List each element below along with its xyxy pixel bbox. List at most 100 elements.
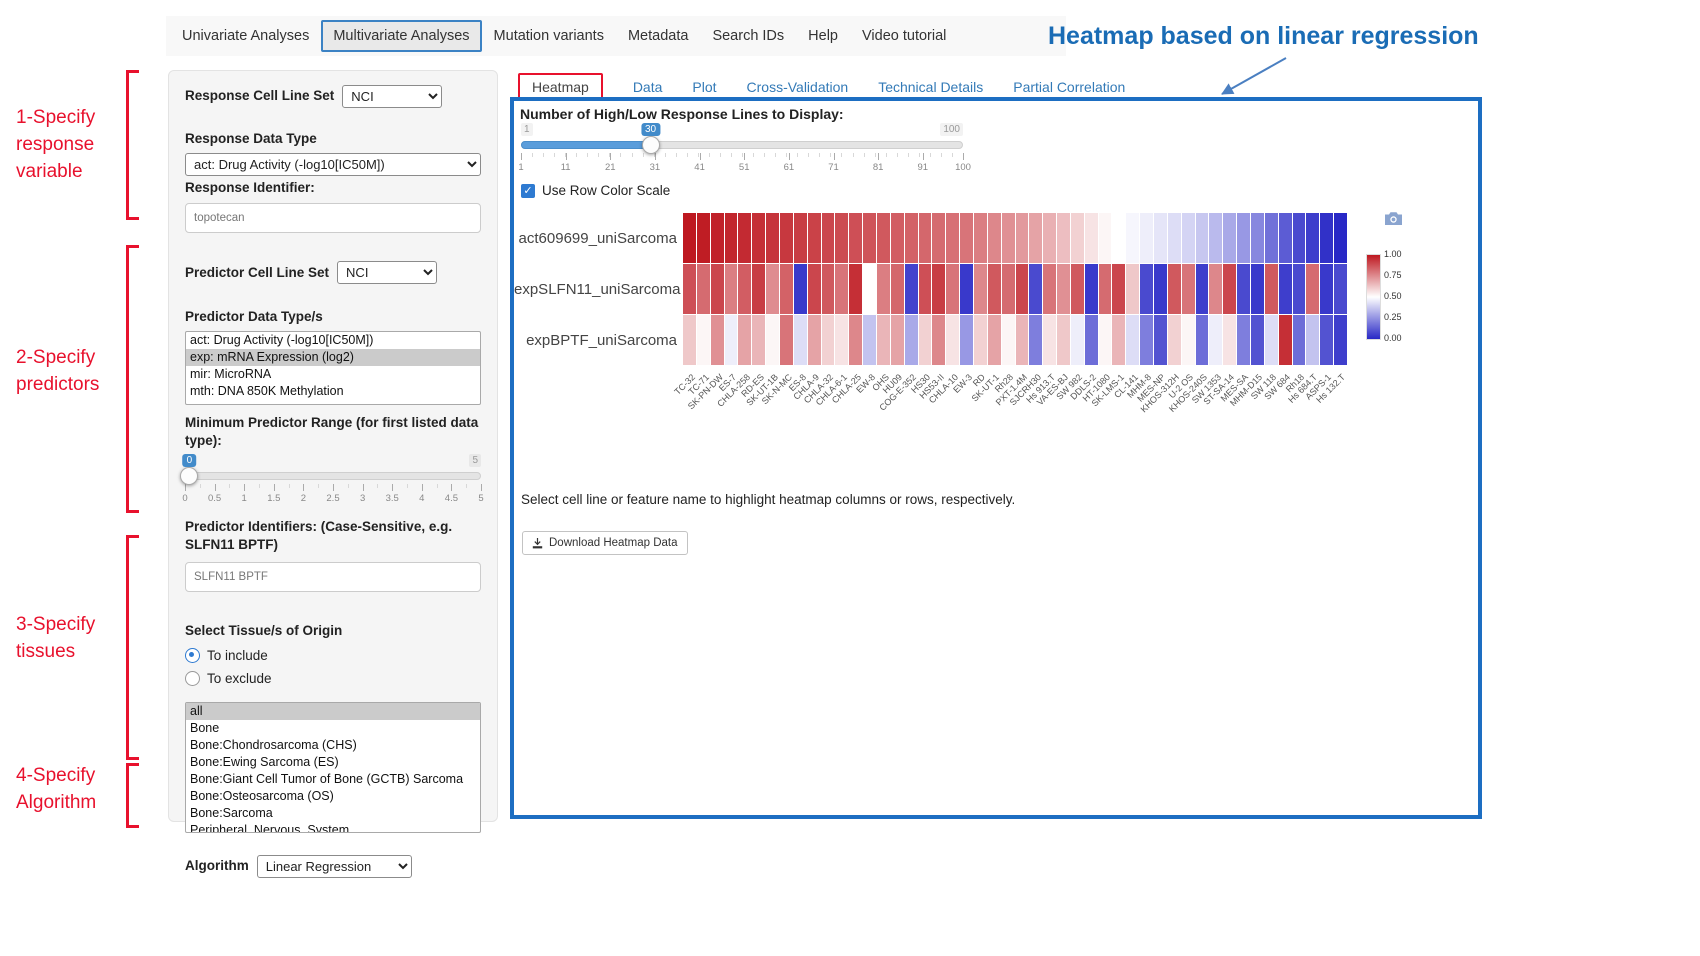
tab-plot[interactable]: Plot xyxy=(692,79,716,95)
response-cell-line-set-select[interactable]: NCI xyxy=(342,85,442,108)
heatmap-cell xyxy=(1029,264,1042,314)
tissue-exclude-radio[interactable]: To exclude xyxy=(185,671,481,686)
tissue-option-peripheral-nervous-system[interactable]: Peripheral_Nervous_System xyxy=(186,822,480,833)
heatmap-cell xyxy=(863,315,876,365)
response-lines-slider[interactable]: 1 100 30 1112131415161718191100 xyxy=(521,123,963,179)
heatmap-cell xyxy=(725,315,738,365)
slider-tick xyxy=(244,484,245,491)
slider-value-label: 30 xyxy=(641,123,660,136)
predictor-identifiers-input[interactable] xyxy=(185,562,481,592)
heatmap-cell xyxy=(725,213,738,263)
heatmap-cell xyxy=(1237,315,1250,365)
row-color-scale-checkbox[interactable]: ✓ Use Row Color Scale xyxy=(521,183,670,198)
heatmap-cell xyxy=(1320,264,1333,314)
nav-tab-search-ids[interactable]: Search IDs xyxy=(700,20,796,52)
tab-cross-validation[interactable]: Cross-Validation xyxy=(747,79,849,95)
tissue-option-bone-giant-cell-tumor-of-bone-gctb-sarcoma[interactable]: Bone:Giant Cell Tumor of Bone (GCTB) Sar… xyxy=(186,771,480,788)
min-range-handle[interactable] xyxy=(180,467,198,485)
tab-data[interactable]: Data xyxy=(633,79,663,95)
heatmap-cell xyxy=(1016,315,1029,365)
heatmap-cell xyxy=(1223,213,1236,263)
heatmap-cell xyxy=(974,264,987,314)
tissue-option-bone-chondrosarcoma-chs[interactable]: Bone:Chondrosarcoma (CHS) xyxy=(186,737,480,754)
heatmap-cell xyxy=(794,315,807,365)
algorithm-select[interactable]: Linear Regression xyxy=(257,855,412,878)
heatmap-cell xyxy=(835,315,848,365)
nav-tab-multivariate-analyses[interactable]: Multivariate Analyses xyxy=(321,20,481,52)
min-range-track[interactable] xyxy=(185,472,481,480)
slider-minor-tick xyxy=(786,153,787,157)
slider-tick-label: 1 xyxy=(242,493,247,504)
slider-tick xyxy=(655,153,656,160)
tissue-include-radio[interactable]: To include xyxy=(185,648,481,663)
heatmap-cell xyxy=(1182,213,1195,263)
colorbar-tick-label: 0.00 xyxy=(1384,333,1402,343)
nav-tab-help[interactable]: Help xyxy=(796,20,850,52)
heatmap-cell xyxy=(697,213,710,263)
slider-handle[interactable] xyxy=(642,136,660,154)
slider-tick-label: 5 xyxy=(478,493,483,504)
nav-tab-univariate-analyses[interactable]: Univariate Analyses xyxy=(170,20,321,52)
nav-tab-mutation-variants[interactable]: Mutation variants xyxy=(482,20,616,52)
heatmap-cell xyxy=(808,213,821,263)
heatmap-cell xyxy=(1112,315,1125,365)
tissue-option-all[interactable]: all xyxy=(186,703,480,720)
heatmap-row-label-expbptf-unisarcoma[interactable]: expBPTF_uniSarcoma xyxy=(514,315,677,366)
tissue-option-bone-ewing-sarcoma-es[interactable]: Bone:Ewing Sarcoma (ES) xyxy=(186,754,480,771)
heatmap-cell xyxy=(1085,315,1098,365)
slider-tick xyxy=(566,153,567,160)
colorbar-tick-label: 0.25 xyxy=(1384,312,1402,322)
heatmap-cell xyxy=(1029,213,1042,263)
predictor-data-types-listbox[interactable]: act: Drug Activity (-log10[IC50M])exp: m… xyxy=(185,331,481,405)
tab-technical-details[interactable]: Technical Details xyxy=(878,79,983,95)
heatmap-row-label-act609699-unisarcoma[interactable]: act609699_uniSarcoma xyxy=(514,213,677,264)
nav-tab-metadata[interactable]: Metadata xyxy=(616,20,700,52)
colorbar-gradient xyxy=(1366,254,1381,340)
heatmap-cell xyxy=(863,213,876,263)
download-heatmap-data-button[interactable]: Download Heatmap Data xyxy=(522,531,688,555)
tissue-option-bone[interactable]: Bone xyxy=(186,720,480,737)
slider-minor-tick xyxy=(952,153,953,157)
colorbar-tick-label: 1.00 xyxy=(1384,249,1402,259)
heatmap-row-label-expslfn11-unisarcoma[interactable]: expSLFN11_uniSarcoma xyxy=(514,264,677,315)
heatmap-cell xyxy=(766,315,779,365)
predictor-type-option-mir-microrna[interactable]: mir: MicroRNA xyxy=(186,366,480,383)
heatmap-cell xyxy=(697,315,710,365)
response-data-type-select[interactable]: act: Drug Activity (-log10[IC50M]) xyxy=(185,153,481,176)
predictor-type-option-act-drug-activity-log10-ic50m[interactable]: act: Drug Activity (-log10[IC50M]) xyxy=(186,332,480,349)
heatmap-cell xyxy=(960,264,973,314)
slider-minor-tick xyxy=(676,153,677,157)
heatmap-cell xyxy=(1182,315,1195,365)
heatmap-cell xyxy=(1168,315,1181,365)
camera-icon[interactable] xyxy=(1384,211,1403,226)
tissue-option-bone-sarcoma[interactable]: Bone:Sarcoma xyxy=(186,805,480,822)
slider-tick-label: 51 xyxy=(739,162,750,173)
heatmap-cell xyxy=(932,213,945,263)
heatmap-cell xyxy=(1071,315,1084,365)
slider-tick-label: 1 xyxy=(518,162,523,173)
heatmap-grid xyxy=(683,213,1347,365)
heatmap-cell xyxy=(822,264,835,314)
nav-tab-video-tutorial[interactable]: Video tutorial xyxy=(850,20,958,52)
predictor-cell-line-set-select[interactable]: NCI xyxy=(337,261,437,284)
step-annotation-1: 1-Specify response variable xyxy=(16,105,95,186)
min-predictor-range-slider[interactable]: 0 5 00.511.522.533.544.55 xyxy=(185,454,481,510)
tissue-exclude-label: To exclude xyxy=(207,671,272,686)
response-identifier-input[interactable] xyxy=(185,203,481,233)
heatmap-cell xyxy=(1016,213,1029,263)
heatmap-cell xyxy=(1168,213,1181,263)
predictor-type-option-exp-mrna-expression-log2[interactable]: exp: mRNA Expression (log2) xyxy=(186,349,480,366)
min-range-tick-grid: 00.511.522.533.544.55 xyxy=(185,484,481,508)
heatmap-cell xyxy=(877,213,890,263)
tab-partial-correlation[interactable]: Partial Correlation xyxy=(1013,79,1125,95)
slider-min-label: 1 xyxy=(521,123,533,136)
tissue-option-bone-osteosarcoma-os[interactable]: Bone:Osteosarcoma (OS) xyxy=(186,788,480,805)
heatmap-cell xyxy=(683,213,696,263)
heatmap-cell xyxy=(905,213,918,263)
slider-minor-tick xyxy=(643,153,644,157)
tissue-listbox[interactable]: allBoneBone:Chondrosarcoma (CHS)Bone:Ewi… xyxy=(185,702,481,833)
heatmap-row-labels: act609699_uniSarcomaexpSLFN11_uniSarcoma… xyxy=(514,213,677,366)
predictor-type-option-mth-dna-850k-methylation[interactable]: mth: DNA 850K Methylation xyxy=(186,383,480,400)
heatmap-cell xyxy=(1112,213,1125,263)
tissue-include-label: To include xyxy=(207,648,268,663)
